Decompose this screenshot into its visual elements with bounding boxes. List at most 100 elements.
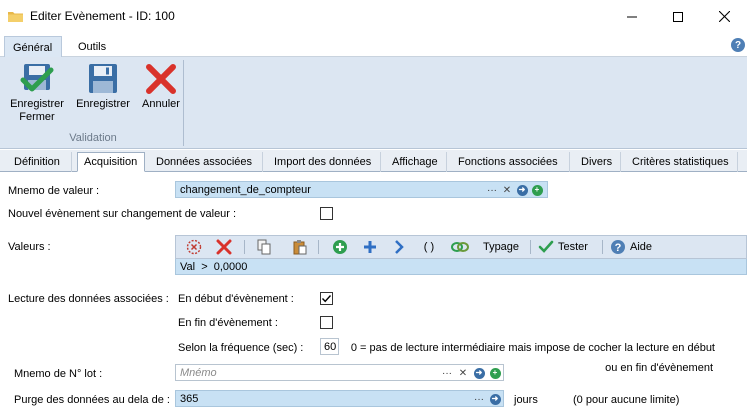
add-icon[interactable]: + [531, 184, 543, 196]
parentheses-button[interactable]: ( ) [418, 238, 440, 256]
tab-label: Acquisition [84, 156, 138, 168]
tab-definition[interactable]: Définition [8, 152, 72, 172]
add-circle-icon [333, 240, 347, 254]
tab-divers[interactable]: Divers [575, 152, 621, 172]
purge-value: 365 [180, 392, 199, 405]
cancel-button[interactable]: Annuler [138, 62, 184, 111]
help-icon[interactable]: ? [731, 38, 745, 52]
maximize-button[interactable] [655, 0, 701, 33]
clear-icon[interactable]: ✕ [501, 184, 513, 196]
plus-button[interactable] [360, 238, 380, 256]
add-icon[interactable]: + [489, 367, 501, 379]
tab-label: Divers [581, 156, 613, 168]
ribbon-group-label: Validation [69, 132, 117, 144]
check-icon [538, 240, 554, 253]
toolbar-separator [318, 240, 319, 254]
tab-donnees-associees[interactable]: Données associées [150, 152, 263, 172]
save-button[interactable]: Enregistrer [72, 62, 134, 111]
more-icon[interactable]: ··· [441, 367, 453, 379]
chevron-right-icon [395, 240, 404, 254]
minimize-button[interactable] [609, 0, 655, 33]
svg-text:?: ? [615, 242, 622, 254]
save-close-button[interactable]: Enregistrer Fermer [6, 62, 68, 124]
frequence-input[interactable]: 60 [320, 338, 339, 355]
valeurs-expression[interactable]: Val > 0,0000 [175, 259, 747, 275]
save-close-label-2: Fermer [19, 111, 55, 123]
clear-expression-button[interactable] [185, 238, 203, 256]
purge-input[interactable]: 365 ··· ➜ [175, 390, 504, 407]
ribbon-tab-outils[interactable]: Outils [70, 36, 114, 58]
plus-icon [364, 241, 376, 253]
link-icon [451, 242, 469, 252]
purge-note: (0 pour aucune limite) [573, 394, 680, 406]
close-icon [718, 11, 730, 22]
ribbon-group-separator [183, 60, 184, 146]
tab-criteres-statistiques[interactable]: Critères statistiques [626, 152, 738, 172]
delete-button[interactable] [214, 238, 234, 256]
more-icon[interactable]: ··· [486, 184, 498, 196]
mnemo-valeur-value: changement_de_compteur [180, 183, 311, 196]
paste-button[interactable] [291, 238, 309, 256]
add-condition-button[interactable] [330, 238, 350, 256]
mnemo-lot-label: Mnemo de N° lot : [14, 368, 103, 380]
mnemo-valeur-label: Mnemo de valeur : [8, 185, 100, 197]
save-disk-icon [89, 64, 117, 93]
go-icon[interactable]: ➜ [516, 184, 528, 196]
fin-evenement-label: En fin d'évènement : [178, 317, 278, 329]
typage-button[interactable]: Typage [478, 238, 524, 256]
maximize-icon [673, 11, 683, 22]
tab-import-donnees[interactable]: Import des données [268, 152, 381, 172]
folder-icon [8, 12, 23, 22]
fin-evenement-checkbox[interactable] [320, 316, 333, 329]
go-icon[interactable]: ➜ [489, 393, 501, 405]
tester-label: Tester [558, 241, 588, 253]
cancel-label: Annuler [142, 98, 180, 110]
clear-icon[interactable]: ✕ [457, 367, 469, 379]
tab-affichage[interactable]: Affichage [386, 152, 447, 172]
save-label: Enregistrer [76, 98, 130, 110]
tab-label: Affichage [392, 156, 438, 168]
tab-label: Import des données [274, 156, 372, 168]
mnemo-lot-field[interactable]: Mnémo ··· ✕ ➜ + [175, 364, 504, 381]
mnemo-valeur-field[interactable]: changement_de_compteur ··· ✕ ➜ + [175, 181, 548, 198]
ribbon-tab-label: Outils [78, 41, 107, 53]
tab-label: Critères statistiques [632, 156, 729, 168]
tab-fonctions-associees[interactable]: Fonctions associées [452, 152, 570, 172]
mnemo-lot-placeholder: Mnémo [180, 366, 217, 379]
greater-than-button[interactable] [390, 238, 408, 256]
aide-label: Aide [630, 241, 653, 253]
toolbar-separator [602, 240, 603, 254]
frequence-value: 60 [324, 340, 337, 353]
debut-evenement-checkbox[interactable] [320, 292, 333, 305]
save-close-icon [20, 64, 54, 92]
close-button[interactable] [701, 0, 747, 33]
valeurs-expression-text: Val > 0,0000 [180, 260, 248, 273]
frequence-note-line2: ou en fin d'évènement [605, 362, 713, 374]
tab-label: Données associées [156, 156, 253, 168]
copy-button[interactable] [255, 238, 273, 256]
nouvel-evenement-checkbox[interactable] [320, 207, 333, 220]
ribbon-tab-general[interactable]: Général [4, 36, 62, 58]
frequence-note-line1: 0 = pas de lecture intermédiaire mais im… [350, 342, 715, 354]
lecture-donnees-label: Lecture des données associées : [8, 293, 169, 305]
delete-x-icon [216, 239, 232, 255]
typage-label: Typage [482, 241, 520, 253]
purge-label: Purge des données au dela de : [14, 394, 170, 406]
save-close-label: Enregistrer [10, 98, 64, 110]
debut-evenement-label: En début d'évènement : [178, 293, 294, 305]
clear-circle-icon [186, 239, 202, 255]
frequence-label: Selon la fréquence (sec) : [178, 342, 304, 354]
more-icon[interactable]: ··· [473, 393, 485, 405]
typage-icon-button[interactable] [450, 238, 470, 256]
tab-acquisition[interactable]: Acquisition [77, 152, 145, 172]
purge-unit: jours [514, 394, 538, 406]
help-circle-icon: ? [611, 240, 625, 254]
tester-button[interactable]: Tester [538, 238, 594, 256]
paste-icon [293, 240, 307, 255]
aide-button[interactable]: ? Aide [610, 238, 662, 256]
go-icon[interactable]: ➜ [473, 367, 485, 379]
checkmark-icon [321, 295, 332, 303]
tab-label: Fonctions associées [458, 156, 558, 168]
tab-label: Définition [14, 156, 60, 168]
window-title: Editer Evènement - ID: 100 [30, 9, 175, 23]
